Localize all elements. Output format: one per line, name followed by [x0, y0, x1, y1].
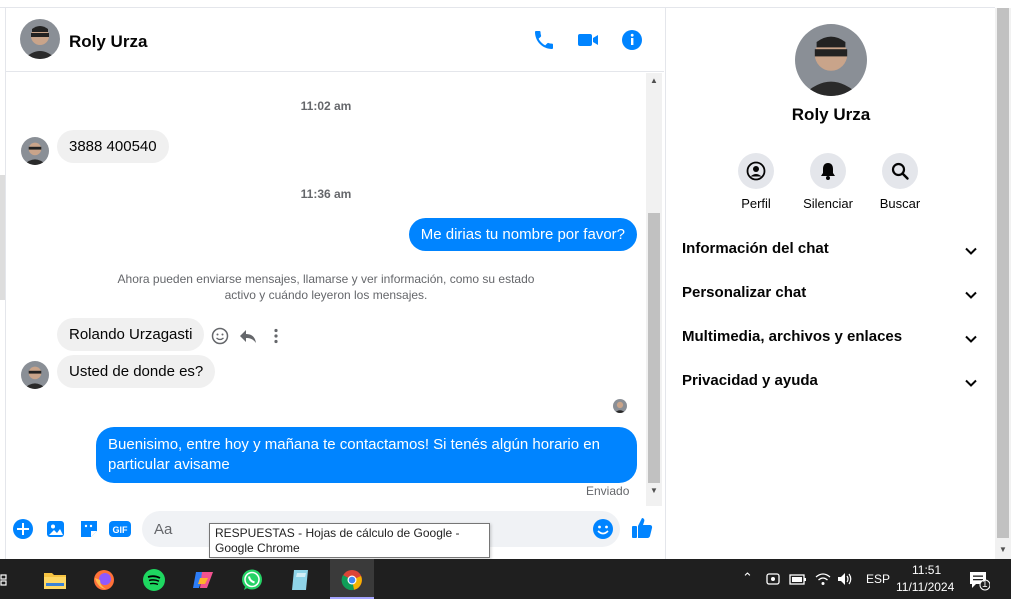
page-scroll-down-arrow[interactable]: ▼: [995, 543, 1011, 557]
message-avatar[interactable]: [21, 361, 49, 389]
time-separator: 11:36 am: [300, 187, 352, 201]
search-icon: [882, 153, 918, 189]
search-label: Buscar: [879, 196, 921, 211]
chat-header: Roly Urza: [6, 8, 664, 72]
notes-app-icon[interactable]: [280, 563, 320, 597]
message-outgoing[interactable]: Me dirias tu nombre por favor?: [408, 218, 637, 251]
battery-icon[interactable]: [789, 571, 807, 592]
firefox-icon[interactable]: [84, 563, 124, 597]
time-separator: 11:02 am: [300, 99, 352, 113]
chat-pane: Roly Urza 11:02 am 3888 400540 11:36 am …: [6, 8, 664, 559]
clock-time[interactable]: 11:51: [912, 563, 941, 577]
read-receipt-avatar: [613, 399, 627, 413]
more-options-icon[interactable]: [267, 327, 285, 350]
taskbar-tooltip: RESPUESTAS - Hojas de cálculo de Google …: [209, 523, 490, 558]
copilot-icon[interactable]: [183, 563, 223, 597]
message-incoming[interactable]: Rolando Urzagasti: [57, 318, 205, 351]
profile-name: Roly Urza: [791, 105, 871, 124]
message-input-placeholder: Aa: [154, 521, 173, 538]
section-label: Personalizar chat: [682, 284, 807, 301]
mute-label: Silenciar: [803, 196, 853, 211]
section-privacy-help[interactable]: Privacidad y ayuda: [682, 372, 982, 396]
profile-avatar[interactable]: [795, 24, 867, 96]
profile-label: Perfil: [741, 196, 771, 211]
profile-icon: [738, 153, 774, 189]
sticker-icon[interactable]: [78, 518, 100, 540]
emoji-icon[interactable]: [592, 518, 614, 545]
chevron-down-icon: [965, 247, 977, 255]
gif-icon[interactable]: GIF: [108, 518, 132, 540]
bell-icon: [810, 153, 846, 189]
chevron-down-icon: [965, 379, 977, 387]
camera-tray-icon[interactable]: [766, 571, 780, 592]
message-status: Enviado: [586, 484, 630, 498]
video-icon[interactable]: [576, 28, 600, 52]
wifi-icon[interactable]: [815, 571, 831, 592]
section-media-files[interactable]: Multimedia, archivos y enlaces: [682, 328, 982, 352]
like-icon[interactable]: [630, 516, 654, 538]
page-scrollbar-thumb[interactable]: [997, 8, 1009, 538]
notification-count: 1: [982, 579, 988, 590]
language-indicator[interactable]: ESP: [866, 572, 890, 586]
top-edge: [0, 0, 995, 8]
message-actions: [211, 327, 285, 350]
message-incoming[interactable]: 3888 400540: [57, 130, 169, 163]
message-outgoing[interactable]: Buenisimo, entre hoy y mañana te contact…: [96, 427, 637, 483]
chevron-down-icon: [965, 291, 977, 299]
message-avatar[interactable]: [21, 137, 49, 165]
message-incoming[interactable]: Usted de donde es?: [57, 355, 216, 388]
search-button[interactable]: Buscar: [860, 153, 940, 211]
section-label: Multimedia, archivos y enlaces: [682, 328, 903, 345]
contact-name[interactable]: Roly Urza: [69, 32, 147, 52]
section-label: Información del chat: [682, 240, 829, 257]
file-explorer-icon[interactable]: [35, 563, 75, 597]
taskbar: ⌃ ESP 11:51 11/11/2024 1: [0, 559, 1011, 599]
volume-icon[interactable]: [837, 571, 853, 592]
mute-button[interactable]: Silenciar: [788, 153, 868, 211]
scroll-down-arrow[interactable]: ▼: [646, 484, 662, 498]
reply-icon[interactable]: [239, 327, 257, 350]
chat-details-panel: Roly Urza Perfil Silenciar Buscar Inform…: [665, 8, 995, 559]
task-view-icon[interactable]: [0, 563, 12, 597]
clock-date[interactable]: 11/11/2024: [896, 580, 954, 594]
photo-icon[interactable]: [45, 518, 67, 540]
svg-text:GIF: GIF: [113, 525, 129, 535]
section-customize-chat[interactable]: Personalizar chat: [682, 284, 982, 308]
system-message: Ahora pueden enviarse mensajes, llamarse…: [117, 272, 535, 302]
add-icon[interactable]: [12, 518, 34, 540]
message-list: 11:02 am 3888 400540 11:36 am Me dirias …: [6, 73, 646, 503]
emoji-react-icon[interactable]: [211, 327, 229, 350]
info-icon[interactable]: [620, 28, 644, 52]
scroll-up-arrow[interactable]: ▲: [646, 74, 662, 88]
chevron-up-icon[interactable]: ⌃: [742, 570, 753, 586]
spotify-icon[interactable]: [134, 563, 174, 597]
section-chat-info[interactable]: Información del chat: [682, 240, 982, 264]
phone-icon[interactable]: [532, 28, 556, 52]
chrome-icon[interactable]: [332, 563, 372, 597]
section-label: Privacidad y ayuda: [682, 372, 818, 389]
contact-avatar[interactable]: [20, 19, 60, 59]
whatsapp-icon[interactable]: [232, 563, 272, 597]
chat-scrollbar-thumb[interactable]: [648, 213, 660, 483]
chevron-down-icon: [965, 335, 977, 343]
profile-button[interactable]: Perfil: [716, 153, 796, 211]
